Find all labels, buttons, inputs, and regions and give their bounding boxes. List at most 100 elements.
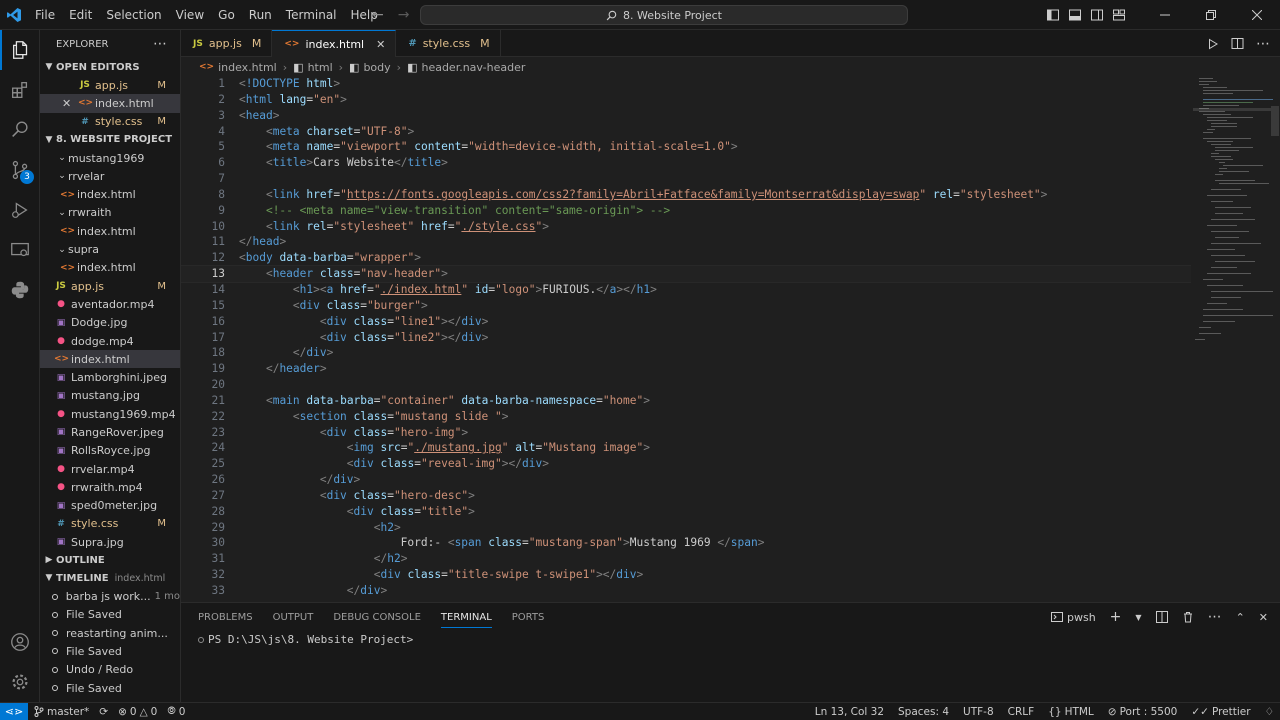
open-editor-style-css[interactable]: # style.css M — [40, 113, 180, 131]
ports-status[interactable]: ⦾ 0 — [167, 705, 185, 718]
file-item[interactable]: JS app.js M — [40, 277, 180, 295]
remote-explorer-activity[interactable] — [0, 230, 40, 270]
sync-icon[interactable]: ⟳ — [99, 706, 108, 718]
menu-run[interactable]: Run — [242, 0, 279, 30]
breadcrumb-file[interactable]: index.html — [218, 61, 277, 74]
file-item[interactable]: ● mustang1969.mp4 — [40, 405, 180, 423]
source-control-activity[interactable]: 3 — [0, 150, 40, 190]
open-editor-app-js[interactable]: JS app.js M — [40, 76, 180, 94]
tab-style-css[interactable]: # style.css M — [396, 30, 501, 57]
back-arrow-icon[interactable]: ← — [372, 7, 384, 23]
chevron-down-icon[interactable]: ▼ — [1135, 613, 1141, 622]
breadcrumb-html[interactable]: html — [308, 61, 333, 74]
terminal-output[interactable]: PS D:\JS\js\8. Website Project> — [181, 631, 1280, 646]
tab-problems[interactable]: PROBLEMS — [198, 612, 253, 623]
menu-file[interactable]: File — [28, 0, 62, 30]
file-item[interactable]: ● rrvelar.mp4 — [40, 460, 180, 478]
trash-icon[interactable] — [1182, 611, 1194, 623]
tab-app-js[interactable]: JS app.js M — [181, 30, 273, 57]
split-terminal-icon[interactable] — [1155, 611, 1168, 623]
menu-selection[interactable]: Selection — [99, 0, 168, 30]
breadcrumb-header[interactable]: header.nav-header — [421, 61, 525, 74]
close-editor-icon[interactable]: ✕ — [62, 97, 78, 110]
more-actions-icon[interactable]: ⋯ — [1256, 36, 1270, 52]
search-activity[interactable] — [0, 110, 40, 150]
open-editor-index-html[interactable]: ✕ <> index.html — [40, 94, 180, 113]
remote-indicator[interactable]: ⋖⋗ — [0, 702, 28, 720]
branch-status[interactable]: master* — [34, 706, 89, 718]
language-mode[interactable]: {} HTML — [1048, 706, 1094, 718]
prettier-status[interactable]: ✓✓ Prettier — [1191, 706, 1250, 718]
line-ending[interactable]: CRLF — [1008, 706, 1035, 718]
file-item[interactable]: ▣ sped0meter.jpg — [40, 497, 180, 515]
tab-terminal[interactable]: TERMINAL — [440, 612, 492, 628]
file-item[interactable]: <> index.html — [40, 259, 180, 277]
toggle-panel-icon[interactable] — [1068, 8, 1082, 22]
file-item[interactable]: ▣ Supra.jpg — [40, 533, 180, 551]
file-item[interactable]: ▣ RollsRoyce.jpg — [40, 442, 180, 460]
forward-arrow-icon[interactable]: → — [398, 7, 410, 23]
menu-edit[interactable]: Edit — [62, 0, 99, 30]
python-activity[interactable] — [0, 270, 40, 310]
maximize-panel-icon[interactable]: ⌃ — [1236, 611, 1245, 624]
open-editors-section[interactable]: ▼ OPEN EDITORS — [40, 58, 180, 76]
more-actions-icon[interactable]: ⋯ — [153, 36, 168, 52]
code-editor[interactable]: 1 <!DOCTYPE html> 2 <html lang="en"> 3 <head>… — [181, 76, 1191, 602]
live-server-port[interactable]: ⊘ Port : 5500 — [1108, 706, 1178, 718]
tab-debug-console[interactable]: DEBUG CONSOLE — [333, 612, 421, 623]
timeline-item[interactable]: File Saved — [40, 679, 180, 697]
timeline-section[interactable]: ▼ TIMELINE index.html — [40, 569, 180, 587]
file-item[interactable]: ▣ mustang.jpg — [40, 387, 180, 405]
file-item[interactable]: ● dodge.mp4 — [40, 332, 180, 350]
timeline-item[interactable]: File Saved — [40, 642, 180, 660]
close-panel-icon[interactable]: ✕ — [1259, 611, 1268, 624]
extensions-activity[interactable] — [0, 70, 40, 110]
encoding[interactable]: UTF-8 — [963, 706, 994, 718]
menu-view[interactable]: View — [169, 0, 211, 30]
outline-section[interactable]: ▶ OUTLINE — [40, 551, 180, 569]
toggle-primary-sidebar-icon[interactable] — [1046, 8, 1060, 22]
problems-status[interactable]: ⊗ 0 △ 0 — [118, 706, 157, 718]
folder-item[interactable]: ⌄ supra — [40, 240, 180, 258]
timeline-item[interactable]: Undo / Redo — [40, 661, 180, 679]
more-actions-icon[interactable]: ⋯ — [1208, 609, 1222, 625]
split-editor-icon[interactable] — [1231, 37, 1244, 50]
timeline-item[interactable]: File Saved — [40, 606, 180, 624]
customize-layout-icon[interactable] — [1112, 8, 1126, 22]
minimize-button[interactable] — [1142, 0, 1188, 30]
tab-output[interactable]: OUTPUT — [273, 612, 314, 623]
cursor-position[interactable]: Ln 13, Col 32 — [815, 706, 884, 718]
close-window-button[interactable] — [1234, 0, 1280, 30]
command-center-search[interactable]: 8. Website Project — [420, 5, 908, 25]
close-tab-icon[interactable]: ✕ — [376, 38, 385, 51]
terminal-shell-selector[interactable]: pwsh — [1050, 611, 1096, 624]
run-debug-activity[interactable] — [0, 190, 40, 230]
notifications-icon[interactable]: ♢ — [1265, 706, 1274, 718]
file-item[interactable]: ▣ Dodge.jpg — [40, 314, 180, 332]
toggle-secondary-sidebar-icon[interactable] — [1090, 8, 1104, 22]
new-terminal-icon[interactable]: + — [1110, 609, 1122, 625]
file-item[interactable]: <> index.html — [40, 222, 180, 240]
file-item[interactable]: # style.css M — [40, 515, 180, 533]
minimap[interactable] — [1193, 76, 1273, 346]
maximize-button[interactable] — [1188, 0, 1234, 30]
project-section[interactable]: ▼ 8. WEBSITE PROJECT — [40, 131, 180, 149]
timeline-item[interactable]: barba js work... 1 mo — [40, 587, 180, 605]
timeline-item[interactable]: reastarting anim... — [40, 624, 180, 642]
file-item[interactable]: <> index.html — [40, 185, 180, 203]
folder-item[interactable]: ⌄ rrwraith — [40, 204, 180, 222]
file-item[interactable]: ● aventador.mp4 — [40, 295, 180, 313]
breadcrumb-body[interactable]: body — [363, 61, 390, 74]
editor-scrollbar[interactable] — [1271, 106, 1279, 136]
accounts-activity[interactable] — [0, 622, 40, 662]
explorer-activity[interactable] — [0, 30, 40, 70]
file-item[interactable]: ▣ Lamborghini.jpeg — [40, 368, 180, 386]
folder-item[interactable]: ⌄ mustang1969 — [40, 149, 180, 167]
file-item[interactable]: <> index.html — [40, 350, 180, 369]
tab-ports[interactable]: PORTS — [512, 612, 545, 623]
tab-index-html[interactable]: <> index.html ✕ — [272, 30, 397, 57]
file-item[interactable]: ▣ RangeRover.jpeg — [40, 423, 180, 441]
run-icon[interactable] — [1207, 38, 1219, 50]
manage-activity[interactable] — [0, 662, 40, 702]
indentation[interactable]: Spaces: 4 — [898, 706, 949, 718]
